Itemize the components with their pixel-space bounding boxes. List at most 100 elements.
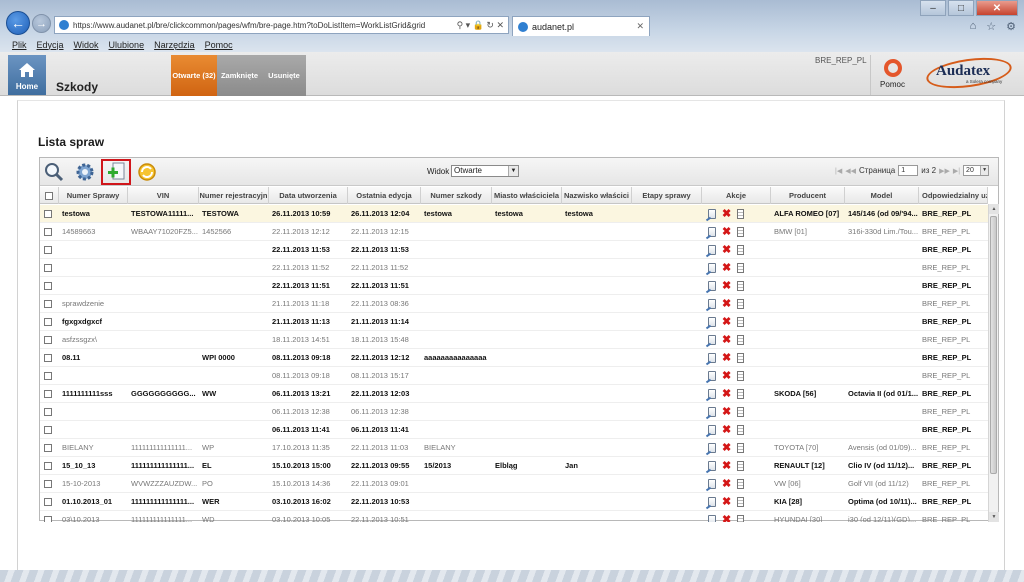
delete-icon[interactable]: ✖	[722, 514, 731, 522]
minimize-button[interactable]: –	[920, 0, 946, 16]
edit-icon[interactable]	[708, 442, 716, 453]
delete-icon[interactable]: ✖	[722, 226, 731, 237]
delete-icon[interactable]: ✖	[722, 334, 731, 345]
row-checkbox[interactable]	[44, 443, 52, 452]
menu-tools[interactable]: Narzędzia	[154, 40, 195, 50]
table-row[interactable]: sprawdzenie 21.11.2013 11:18 22.11.2013 08…	[40, 295, 988, 313]
row-checkbox[interactable]	[44, 425, 52, 434]
col-last-edit[interactable]: Ostatnia edycja	[348, 187, 421, 204]
document-icon[interactable]	[737, 298, 745, 309]
row-checkbox[interactable]	[44, 263, 52, 272]
menu-edit[interactable]: Edycja	[37, 40, 64, 50]
row-checkbox[interactable]	[44, 335, 52, 344]
edit-icon[interactable]	[708, 226, 716, 237]
col-registration[interactable]: Numer rejestracyjn	[199, 187, 269, 204]
document-icon[interactable]	[737, 478, 745, 489]
edit-icon[interactable]	[708, 334, 716, 345]
help-button[interactable]: Pomoc	[870, 55, 914, 95]
edit-icon[interactable]	[708, 478, 716, 489]
settings-button[interactable]	[74, 161, 96, 183]
delete-icon[interactable]: ✖	[722, 244, 731, 255]
document-icon[interactable]	[737, 316, 745, 327]
select-all-checkbox[interactable]	[45, 191, 53, 200]
row-checkbox[interactable]	[44, 461, 52, 470]
edit-icon[interactable]	[708, 262, 716, 273]
edit-icon[interactable]	[708, 370, 716, 381]
col-vin[interactable]: VIN	[128, 187, 199, 204]
row-checkbox[interactable]	[44, 407, 52, 416]
table-row[interactable]: 06.11.2013 12:38 06.11.2013 12:38 ✖ BRE_REP…	[40, 403, 988, 421]
row-checkbox[interactable]	[44, 389, 52, 398]
row-checkbox[interactable]	[44, 227, 52, 236]
tab-closed-cases[interactable]: Zamknięte	[217, 55, 262, 96]
delete-icon[interactable]: ✖	[722, 496, 731, 507]
menu-view[interactable]: Widok	[74, 40, 99, 50]
table-row[interactable]: 01.10.2013_01 111111111111111... WER 03.10.…	[40, 493, 988, 511]
edit-icon[interactable]	[708, 514, 716, 522]
col-manufacturer[interactable]: Producent	[771, 187, 845, 204]
table-row[interactable]: 22.11.2013 11:52 22.11.2013 11:52 ✖ BRE_REP…	[40, 259, 988, 277]
document-icon[interactable]	[737, 424, 745, 435]
col-responsible-user[interactable]: Odpowiedzialny uż	[919, 187, 988, 204]
row-checkbox[interactable]	[44, 209, 52, 218]
edit-icon[interactable]	[708, 352, 716, 363]
address-bar-tools-icon[interactable]: ⚲ ▾ 🔒 ↻ ✕	[453, 20, 508, 31]
edit-icon[interactable]	[708, 316, 716, 327]
row-checkbox[interactable]	[44, 245, 52, 254]
table-row[interactable]: fgxgxdgxcf 21.11.2013 11:13 21.11.2013 11:…	[40, 313, 988, 331]
edit-icon[interactable]	[708, 208, 716, 219]
edit-icon[interactable]	[708, 406, 716, 417]
delete-icon[interactable]: ✖	[722, 316, 731, 327]
add-case-button[interactable]	[101, 159, 131, 185]
document-icon[interactable]	[737, 244, 745, 255]
col-created[interactable]: Data utworzenia	[269, 187, 348, 204]
table-row[interactable]: 22.11.2013 11:53 22.11.2013 11:53 ✖ BRE_REP…	[40, 241, 988, 259]
row-checkbox[interactable]	[44, 371, 52, 380]
document-icon[interactable]	[737, 226, 745, 237]
document-icon[interactable]	[737, 262, 745, 273]
refresh-button[interactable]	[136, 161, 158, 183]
table-row[interactable]: 08.11 WPI 0000 08.11.2013 09:18 22.11.2013 …	[40, 349, 988, 367]
table-row[interactable]: testowa TESTOWA11111... TESTOWA 26.11.2013 …	[40, 205, 988, 223]
page-size-select[interactable]: 20 ▼	[963, 165, 990, 176]
col-claim-number[interactable]: Numer szkody	[421, 187, 492, 204]
document-icon[interactable]	[737, 496, 745, 507]
document-icon[interactable]	[737, 388, 745, 399]
col-model[interactable]: Model	[845, 187, 919, 204]
delete-icon[interactable]: ✖	[722, 460, 731, 471]
col-owner-surname[interactable]: Nazwisko właścici	[562, 187, 632, 204]
edit-icon[interactable]	[708, 424, 716, 435]
delete-icon[interactable]: ✖	[722, 406, 731, 417]
row-checkbox[interactable]	[44, 515, 52, 522]
tab-deleted-cases[interactable]: Usunięte	[262, 55, 306, 96]
address-bar[interactable]: https://www.audanet.pl/bre/clickcommon/p…	[54, 16, 509, 34]
row-checkbox[interactable]	[44, 317, 52, 326]
prev-page-icon[interactable]: ◀◀	[845, 167, 856, 175]
row-checkbox[interactable]	[44, 353, 52, 362]
page-number-input[interactable]: 1	[898, 165, 919, 176]
next-page-icon[interactable]: ▶▶	[939, 167, 950, 175]
first-page-icon[interactable]: |◀	[835, 167, 842, 175]
favorites-star-icon[interactable]: ☆	[986, 20, 996, 33]
document-icon[interactable]	[737, 460, 745, 471]
edit-icon[interactable]	[708, 298, 716, 309]
row-checkbox[interactable]	[44, 479, 52, 488]
scroll-down-icon[interactable]: ▼	[989, 512, 999, 522]
table-row[interactable]: 15_10_13 111111111111111... EL 15.10.2013 1…	[40, 457, 988, 475]
delete-icon[interactable]: ✖	[722, 262, 731, 273]
table-row[interactable]: 14589663 WBAAY71020FZ5... 1452566 22.11.201…	[40, 223, 988, 241]
home-button[interactable]: Home	[8, 55, 46, 95]
edit-icon[interactable]	[708, 388, 716, 399]
last-page-icon[interactable]: ▶|	[953, 167, 960, 175]
forward-button[interactable]: →	[32, 14, 51, 33]
delete-icon[interactable]: ✖	[722, 280, 731, 291]
table-row[interactable]: 22.11.2013 11:51 22.11.2013 11:51 ✖ BRE_REP…	[40, 277, 988, 295]
back-button[interactable]: ←	[6, 11, 30, 35]
browser-tab[interactable]: audanet.pl ✕	[512, 16, 650, 36]
document-icon[interactable]	[737, 280, 745, 291]
table-row[interactable]: asfzssgzx\ 18.11.2013 14:51 18.11.2013 15:…	[40, 331, 988, 349]
search-button[interactable]	[43, 161, 65, 183]
document-icon[interactable]	[737, 514, 745, 522]
delete-icon[interactable]: ✖	[722, 388, 731, 399]
table-row[interactable]: BIELANY 111111111111111... WP 17.10.2013 11…	[40, 439, 988, 457]
